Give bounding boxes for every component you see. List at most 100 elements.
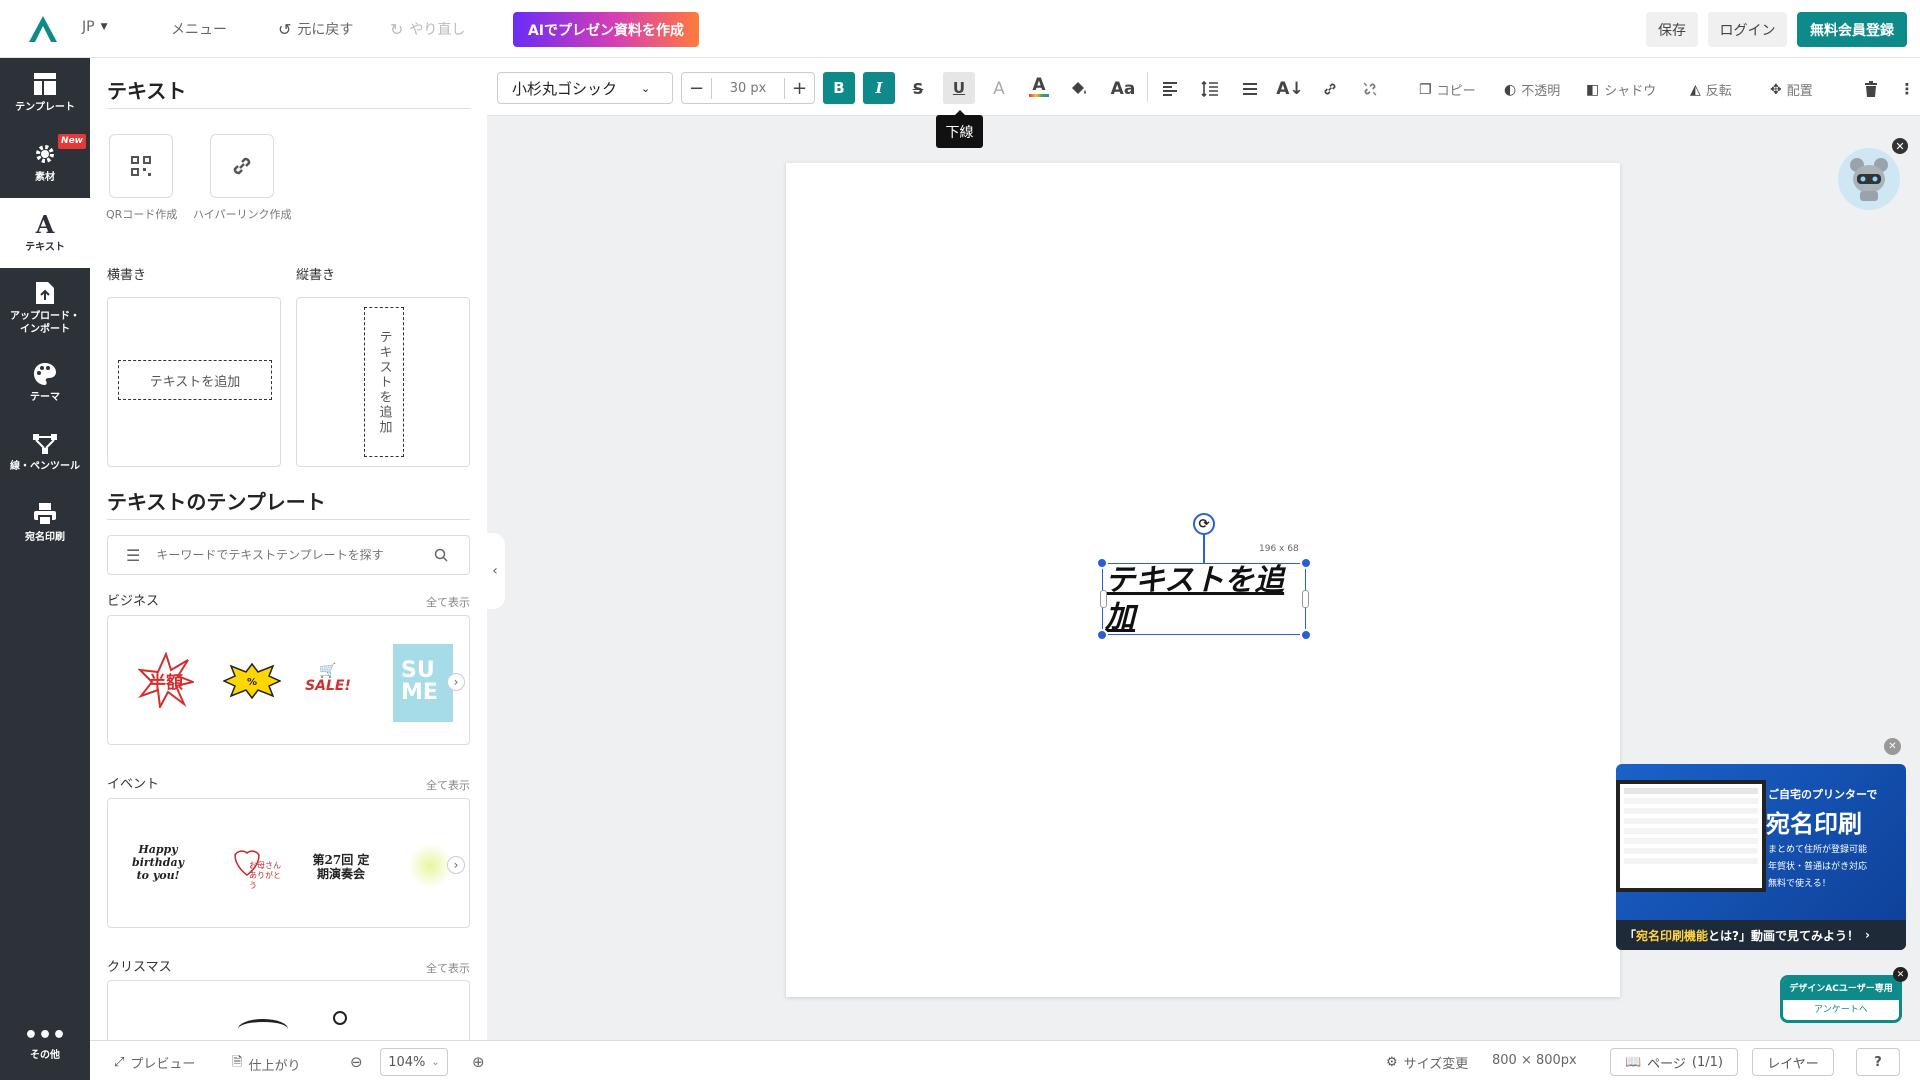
show-all-business[interactable]: 全て表示 [426, 594, 470, 610]
outline-text-icon[interactable]: A [984, 74, 1014, 104]
template-thumb[interactable] [238, 1019, 288, 1039]
qr-code-button[interactable] [109, 134, 173, 198]
search-icon[interactable] [434, 548, 448, 562]
flip-icon: ◭ [1690, 81, 1701, 98]
bold-icon[interactable]: B [823, 72, 855, 104]
chevron-right-icon[interactable]: › [447, 856, 465, 874]
preview-button[interactable]: ⤢ プレビュー [114, 1053, 195, 1072]
template-search-input[interactable] [156, 548, 427, 562]
sidebar-item-pen[interactable]: 線・ペンツール [0, 418, 90, 488]
side-handle[interactable] [1302, 590, 1309, 608]
chevron-right-icon[interactable]: › [447, 673, 465, 691]
sidebar-item-other[interactable]: ••• その他 [0, 1010, 90, 1080]
signup-button[interactable]: 無料会員登録 [1797, 12, 1907, 47]
hyperlink-button[interactable] [210, 134, 274, 198]
plus-icon[interactable]: + [784, 77, 814, 99]
sidebar-item-materials[interactable]: New 素材 [0, 128, 90, 198]
layer-button[interactable]: レイヤー [1752, 1048, 1834, 1076]
trash-icon[interactable] [1856, 74, 1886, 104]
page-button[interactable]: 📖 ページ (1/1) [1610, 1048, 1738, 1076]
sidebar-item-text[interactable]: A テキスト [0, 198, 90, 268]
template-search-box[interactable]: ☰ [107, 535, 470, 575]
template-text: 半額 [149, 672, 183, 693]
zoom-out-icon[interactable]: ⊖ [350, 1053, 363, 1071]
resize-handle[interactable] [1300, 557, 1312, 569]
assistant-mascot[interactable] [1838, 148, 1900, 210]
login-button[interactable]: ログイン [1708, 12, 1787, 47]
close-ad-icon[interactable]: ✕ [1884, 738, 1901, 755]
sidebar-item-theme[interactable]: テーマ [0, 348, 90, 418]
close-survey-icon[interactable]: ✕ [1893, 967, 1908, 982]
selected-text-box[interactable]: テキストを追加 [1102, 563, 1306, 635]
close-icon[interactable]: ✕ [1892, 138, 1908, 154]
zoom-in-icon[interactable]: ⊕ [472, 1053, 485, 1071]
show-all-christmas[interactable]: 全て表示 [426, 960, 470, 976]
sidebar-item-upload[interactable]: アップロード・インポート [0, 268, 90, 348]
italic-icon[interactable]: I [863, 72, 895, 104]
shadow-button[interactable]: ◧ シャドウ [1586, 80, 1656, 100]
svg-text:%: % [247, 677, 257, 688]
template-thumb[interactable]: SU ME [393, 644, 453, 722]
sidebar-item-address-print[interactable]: 宛名印刷 [0, 488, 90, 558]
template-thumb[interactable]: お母さん ありがとう [225, 847, 283, 890]
resize-handle[interactable] [1096, 629, 1108, 641]
ad-bullets: まとめて住所が登録可能 年賀状・普通はがき対応 無料で使える！ [1768, 842, 1867, 893]
side-handle[interactable] [1100, 590, 1107, 608]
template-thumb[interactable]: 半額 [138, 652, 194, 708]
resize-handle[interactable] [1300, 629, 1312, 641]
template-thumb[interactable]: % [223, 662, 281, 700]
chevron-left-icon: ‹ [492, 563, 498, 579]
template-text[interactable]: 第27回 定期演奏会 [308, 853, 374, 881]
font-size-input[interactable] [712, 80, 784, 96]
font-select[interactable]: 小杉丸ゴシック ⌄ [497, 72, 673, 104]
zoom-select[interactable]: 104% ⌄ [380, 1048, 448, 1076]
sidebar-item-label: テーマ [30, 392, 60, 403]
rotate-handle-icon[interactable]: ⟳ [1193, 513, 1215, 535]
fill-bucket-icon[interactable] [1064, 74, 1094, 104]
show-all-event[interactable]: 全て表示 [426, 777, 470, 793]
minus-icon[interactable]: − [682, 77, 712, 99]
redo-button[interactable]: ↻ やり直し [390, 19, 465, 39]
printer-icon [34, 503, 56, 526]
align-left-icon[interactable] [1155, 74, 1185, 104]
ad-bottom-bar[interactable]: 「 宛名印刷機能 とは?」動画で見てみよう！ › [1616, 920, 1906, 950]
top-bar: JP ▼ メニュー ↺ 元に戻す ↻ やり直し AIでプレゼン資料を作成 保存 … [0, 0, 1920, 58]
template-text: お母さん ありがとう [249, 861, 281, 890]
ai-presentation-button[interactable]: AIでプレゼン資料を作成 [513, 12, 699, 47]
strikethrough-icon[interactable]: S [903, 74, 933, 104]
text-direction-icon[interactable]: A↓ [1275, 74, 1305, 104]
finish-button[interactable]: 🗎 仕上がり [232, 1053, 300, 1075]
template-thumb[interactable] [333, 1011, 347, 1025]
list-icon[interactable] [1235, 74, 1265, 104]
underline-icon[interactable]: U [943, 72, 975, 104]
collapse-panel-button[interactable]: ‹ [485, 533, 505, 609]
template-text[interactable]: Happy birthday to you! [128, 843, 188, 882]
resize-handle[interactable] [1096, 557, 1108, 569]
text-case-icon[interactable]: Aa [1103, 74, 1143, 104]
bottom-bar: ⤢ プレビュー 🗎 仕上がり ⊖ 104% ⌄ ⊕ ⚙ サイズ変更 800 × … [90, 1040, 1920, 1080]
underline-tooltip: 下線 [936, 115, 983, 148]
unlink-icon[interactable] [1355, 74, 1385, 104]
survey-button[interactable]: デザインACユーザー専用 アンケートへ [1780, 975, 1902, 1023]
flip-button[interactable]: ◭ 反転 [1690, 80, 1732, 100]
text-color-icon[interactable]: A [1024, 72, 1054, 102]
save-button[interactable]: 保存 [1646, 12, 1698, 47]
sidebar-item-templates[interactable]: テンプレート [0, 58, 90, 128]
resize-button[interactable]: ⚙ サイズ変更 [1386, 1053, 1468, 1072]
link-icon[interactable] [1315, 74, 1345, 104]
horizontal-text-card[interactable]: テキストを追加 [107, 297, 281, 467]
undo-button[interactable]: ↺ 元に戻す [278, 19, 353, 39]
copy-button[interactable]: ❐ コピー [1419, 80, 1476, 100]
arrange-button[interactable]: ✥ 配置 [1770, 80, 1813, 100]
vertical-text-card[interactable]: テキストを追加 [296, 297, 470, 467]
opacity-button[interactable]: ◐ 不透明 [1504, 80, 1560, 100]
language-select[interactable]: JP ▼ [82, 19, 108, 35]
line-height-icon[interactable] [1195, 74, 1225, 104]
more-vertical-icon[interactable]: ⋮ [1892, 74, 1920, 104]
help-icon[interactable]: ? [1856, 1048, 1900, 1076]
address-print-ad[interactable]: ご自宅のプリンターで 宛名印刷 まとめて住所が登録可能 年賀状・普通はがき対応 … [1616, 764, 1906, 950]
menu-button[interactable]: メニュー [171, 19, 227, 39]
template-thumb[interactable]: 🛒 SALE! [298, 664, 358, 704]
canvas-text[interactable]: テキストを追加 [1105, 562, 1305, 636]
app-logo-icon[interactable] [27, 14, 59, 44]
